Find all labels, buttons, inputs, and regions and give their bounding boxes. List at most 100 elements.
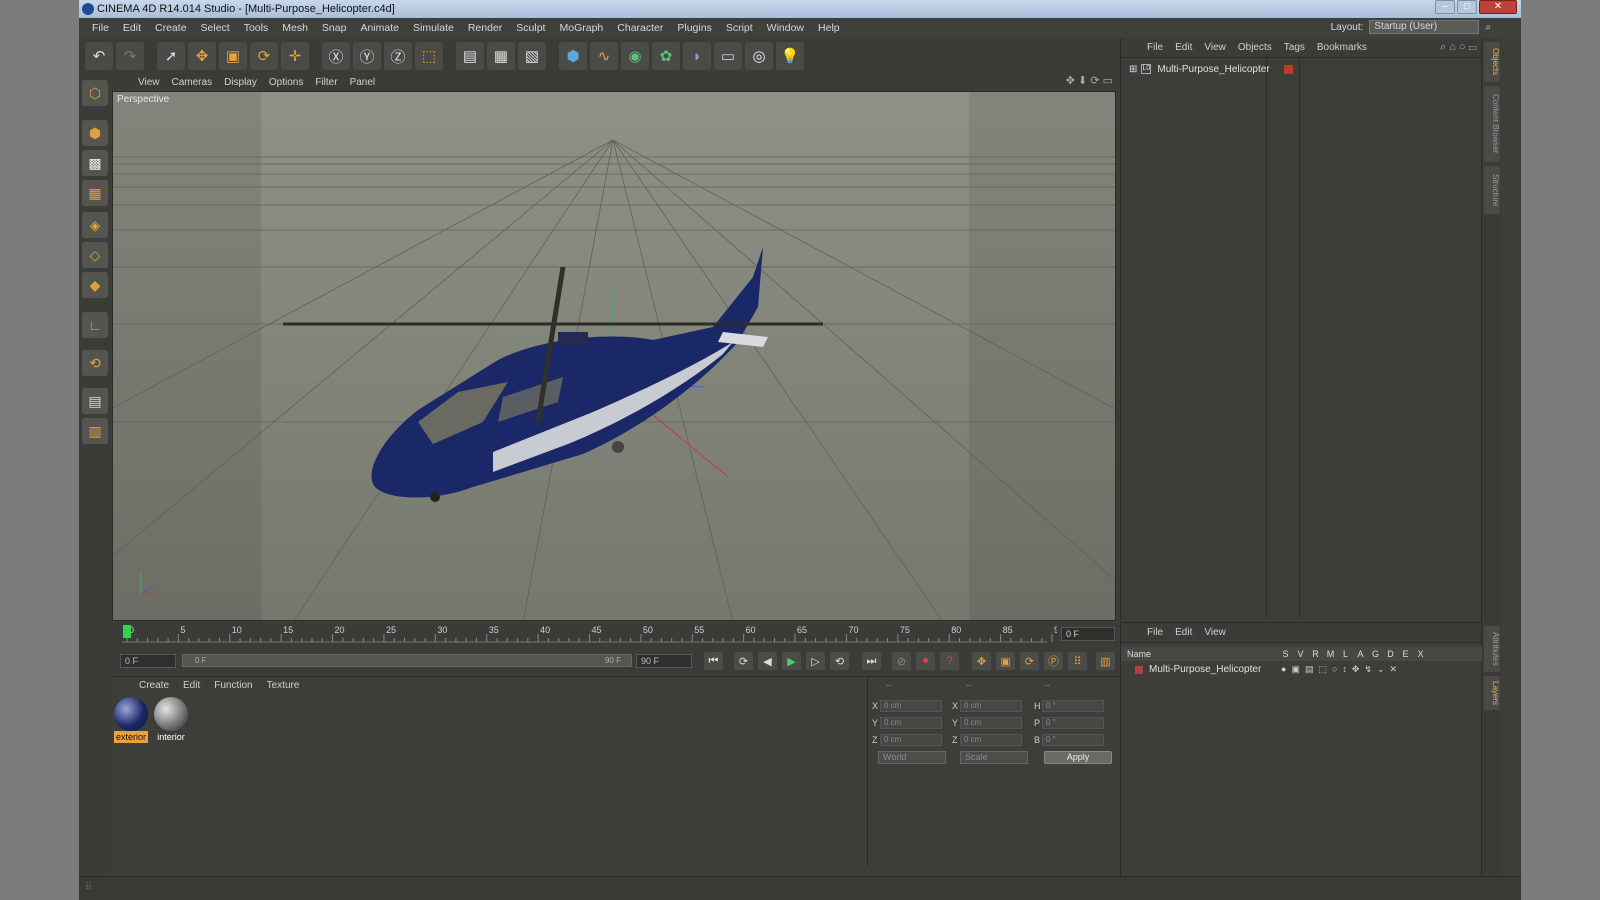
tab-content-browser[interactable]: Content Browser <box>1484 86 1500 162</box>
keyframe-off-icon[interactable]: ⊘ <box>892 652 911 670</box>
cube-icon[interactable]: ⬢ <box>559 42 587 70</box>
timeline-ruler[interactable]: 051015202530354045505560657075808590 <box>122 622 1057 646</box>
timeline-window-icon[interactable]: ▥ <box>1096 652 1115 670</box>
spline-icon[interactable]: ∿ <box>590 42 618 70</box>
menu-snap[interactable]: Snap <box>315 22 354 34</box>
vp-menu-display[interactable]: Display <box>218 77 263 88</box>
polygons-mode-icon[interactable]: ◆ <box>82 272 108 298</box>
col-d[interactable]: D <box>1383 647 1398 661</box>
key-scale-icon[interactable]: ▣ <box>996 652 1015 670</box>
vp-menu-options[interactable]: Options <box>263 77 309 88</box>
size-x-field[interactable]: 0 cm <box>960 700 1022 712</box>
menu-sculpt[interactable]: Sculpt <box>509 22 552 34</box>
layer-name[interactable]: Multi-Purpose_Helicopter <box>1149 664 1261 675</box>
menu-render[interactable]: Render <box>461 22 509 34</box>
texture-mode-icon[interactable]: ▩ <box>82 150 108 176</box>
material-interior[interactable]: interior <box>154 697 188 743</box>
edges-mode-icon[interactable]: ◇ <box>82 242 108 268</box>
render-settings-icon[interactable]: ▧ <box>518 42 546 70</box>
rotation-b-field[interactable]: 0 ° <box>1042 734 1104 746</box>
col-g[interactable]: G <box>1368 647 1383 661</box>
workplane-icon[interactable]: ▤ <box>82 388 108 414</box>
om-menu-bookmarks[interactable]: Bookmarks <box>1311 42 1373 53</box>
key-pla-icon[interactable]: ⠿ <box>1068 652 1087 670</box>
search-icon[interactable]: ⌕ <box>1485 22 1491 33</box>
layout-dropdown[interactable]: Startup (User) <box>1369 20 1480 34</box>
tab-objects[interactable]: Objects <box>1484 42 1500 82</box>
move-tool-icon[interactable]: ✥ <box>188 42 216 70</box>
step-forward-icon[interactable]: ▷ <box>806 652 825 670</box>
position-x-field[interactable]: 0 cm <box>880 700 942 712</box>
autokey-icon[interactable]: ? <box>940 652 959 670</box>
material-exterior[interactable]: exterior <box>114 697 148 743</box>
name-column-header[interactable]: Name <box>1127 649 1151 659</box>
rotation-p-field[interactable]: 0 ° <box>1042 717 1104 729</box>
menu-character[interactable]: Character <box>610 22 670 34</box>
apply-button[interactable]: Apply <box>1044 751 1112 764</box>
coordinate-system-icon[interactable]: ⬚ <box>415 42 443 70</box>
end-frame-field[interactable]: 90 F <box>636 654 692 668</box>
menu-script[interactable]: Script <box>719 22 760 34</box>
minimize-button[interactable]: – <box>1435 0 1455 14</box>
start-frame-field[interactable]: 0 F <box>120 654 176 668</box>
render-view-icon[interactable]: ▤ <box>456 42 484 70</box>
play-icon[interactable]: ▶ <box>782 652 801 670</box>
record-icon[interactable]: ⏺ <box>916 652 935 670</box>
frame-range-slider[interactable]: 0 F 90 F <box>182 654 632 667</box>
layer-flags-icon[interactable]: ●▣▤⬚○↕✥↯⌄✕ <box>1281 664 1402 675</box>
om-menu-edit[interactable]: Edit <box>1169 42 1198 53</box>
expand-icon[interactable]: ⊞ <box>1129 64 1137 75</box>
camera-icon[interactable]: ◎ <box>745 42 773 70</box>
object-row[interactable]: ⊞ L0 Multi-Purpose_Helicopter <box>1129 62 1293 76</box>
mat-menu-edit[interactable]: Edit <box>176 680 207 691</box>
rotation-h-field[interactable]: 0 ° <box>1042 700 1104 712</box>
go-to-end-icon[interactable]: ⏭ <box>862 652 881 670</box>
array-icon[interactable]: ✿ <box>652 42 680 70</box>
col-l[interactable]: L <box>1338 647 1353 661</box>
key-parameter-icon[interactable]: Ⓟ <box>1044 652 1063 670</box>
om-menu-objects[interactable]: Objects <box>1232 42 1278 53</box>
floor-icon[interactable]: ▭ <box>714 42 742 70</box>
tab-structure[interactable]: Structure <box>1484 166 1500 214</box>
helicopter-model[interactable] <box>283 247 823 502</box>
viewport-nav-icons[interactable]: ✥ ⬇ ⟳ ▭ <box>1066 74 1113 87</box>
menu-simulate[interactable]: Simulate <box>406 22 461 34</box>
scale-dropdown[interactable]: Scale <box>960 751 1028 764</box>
menu-edit[interactable]: Edit <box>116 22 148 34</box>
tab-layers[interactable]: Layers <box>1484 676 1500 710</box>
step-back-icon[interactable]: ◀ <box>758 652 777 670</box>
lm-menu-view[interactable]: View <box>1198 627 1232 638</box>
col-m[interactable]: M <box>1323 647 1338 661</box>
select-tool-icon[interactable]: ➚ <box>157 42 185 70</box>
loop-forward-icon[interactable]: ⟲ <box>830 652 849 670</box>
col-e[interactable]: E <box>1398 647 1413 661</box>
light-icon[interactable]: 💡 <box>776 42 804 70</box>
object-name[interactable]: Multi-Purpose_Helicopter <box>1157 64 1269 75</box>
redo-icon[interactable]: ↷ <box>116 42 144 70</box>
menu-help[interactable]: Help <box>811 22 847 34</box>
col-s[interactable]: S <box>1278 647 1293 661</box>
col-x[interactable]: X <box>1413 647 1428 661</box>
tab-attributes[interactable]: Attributes <box>1484 626 1500 672</box>
col-r[interactable]: R <box>1308 647 1323 661</box>
menu-window[interactable]: Window <box>760 22 811 34</box>
workplane-mode-icon[interactable]: ▦ <box>82 180 108 206</box>
axis-mode-icon[interactable]: ∟ <box>82 312 108 338</box>
menu-tools[interactable]: Tools <box>237 22 276 34</box>
z-axis-lock-icon[interactable]: Ⓩ <box>384 42 412 70</box>
scale-tool-icon[interactable]: ▣ <box>219 42 247 70</box>
world-dropdown[interactable]: World <box>878 751 946 764</box>
menu-plugins[interactable]: Plugins <box>670 22 718 34</box>
go-to-start-icon[interactable]: ⏮ <box>704 652 723 670</box>
layer-row[interactable]: Multi-Purpose_Helicopter ●▣▤⬚○↕✥↯⌄✕ <box>1135 663 1397 676</box>
vp-menu-view[interactable]: View <box>132 77 166 88</box>
col-a[interactable]: A <box>1353 647 1368 661</box>
menu-mesh[interactable]: Mesh <box>275 22 315 34</box>
size-z-field[interactable]: 0 cm <box>960 734 1022 746</box>
key-rotation-icon[interactable]: ⟳ <box>1020 652 1039 670</box>
menu-select[interactable]: Select <box>194 22 237 34</box>
loop-icon[interactable]: ⟳ <box>734 652 753 670</box>
locked-workplane-icon[interactable]: ▥ <box>82 418 108 444</box>
object-manager-tools-icon[interactable]: ⌕ ⌂ ○ ▭ <box>1440 41 1477 54</box>
x-axis-lock-icon[interactable]: Ⓧ <box>322 42 350 70</box>
